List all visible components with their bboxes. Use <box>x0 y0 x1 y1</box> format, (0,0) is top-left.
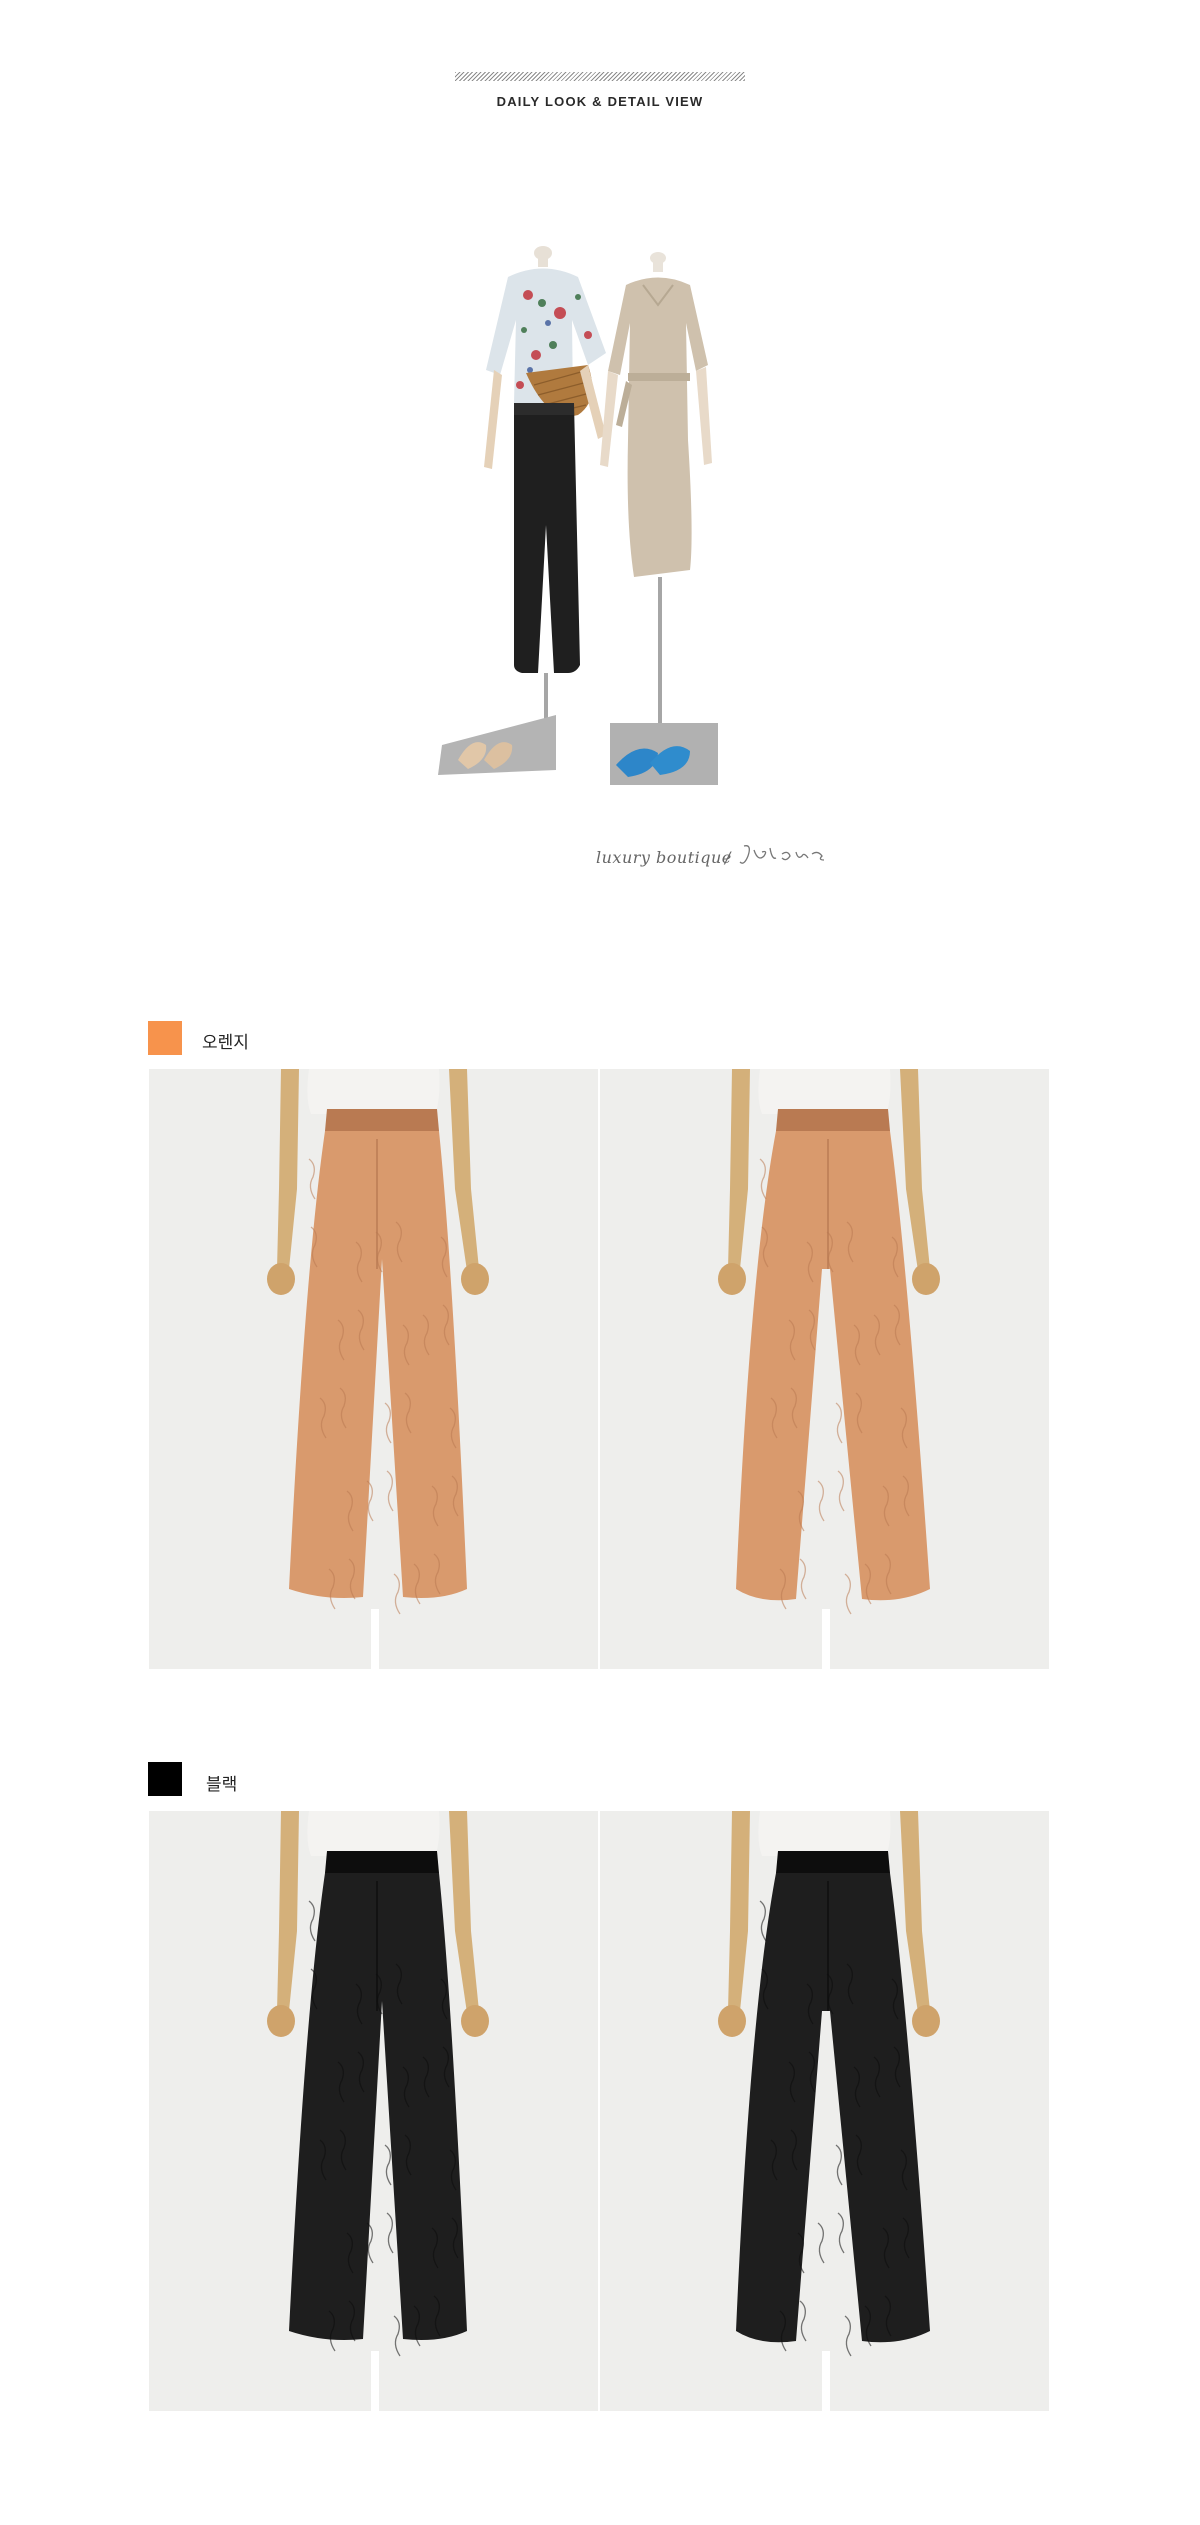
brand-slash: / <box>725 848 731 867</box>
mannequin-stand <box>371 1609 379 1669</box>
pants-crinkle <box>837 2212 845 2254</box>
pants-crinkle <box>386 1470 394 1512</box>
pants-crinkle <box>759 1158 767 1200</box>
pants-crinkle <box>799 2300 807 2342</box>
color-label-orange: 오렌지 <box>202 1033 249 1053</box>
pants-waistband <box>325 1851 439 1873</box>
black-pants-front-photo <box>149 1811 598 2411</box>
mannequin-hand-right <box>461 1263 489 1295</box>
pants-crinkle <box>844 1573 852 1615</box>
styling-photo <box>438 246 718 785</box>
mannequin-arm-right <box>900 1069 930 1271</box>
orange-pants-front-photo <box>149 1069 598 1669</box>
mannequin-arm-left <box>728 1811 750 2011</box>
pants-body <box>736 1131 930 1601</box>
mannequin-hand-left <box>267 1263 295 1295</box>
mannequin-hand-left <box>718 2005 746 2037</box>
brand-signature-logo <box>738 842 828 873</box>
pants-crinkle <box>799 1558 807 1600</box>
mannequin-hand-right <box>912 1263 940 1295</box>
color-label-black: 블랙 <box>206 1775 238 1795</box>
brand-tagline: luxury boutique <box>596 848 732 867</box>
pants-waistband <box>776 1109 890 1131</box>
pants-body <box>736 1873 930 2343</box>
header-hatch-divider <box>455 72 745 81</box>
black-swatch <box>148 1762 182 1796</box>
mannequin-arm-right <box>449 1811 479 2013</box>
mannequin-torso <box>307 1811 440 1856</box>
mannequin-arm-right <box>449 1069 479 1271</box>
pants-crinkle <box>393 2315 401 2357</box>
mannequin-hand-left <box>267 2005 295 2037</box>
pants-crinkle <box>837 1470 845 1512</box>
black-pants-back-photo <box>600 1811 1049 2411</box>
pants-crinkle <box>384 2144 392 2186</box>
mannequin-stand <box>822 2351 830 2411</box>
pants-crinkle <box>393 1573 401 1615</box>
mannequin-arm-right <box>900 1811 930 2013</box>
pants-crinkle <box>817 1480 825 1522</box>
pants-crinkle <box>817 2222 825 2264</box>
pants-waistband <box>325 1109 439 1131</box>
mannequin-arm-left <box>277 1069 299 1269</box>
mannequin-arm-left <box>277 1811 299 2011</box>
mannequin-hand-right <box>461 2005 489 2037</box>
pants-crinkle <box>835 1402 843 1444</box>
pants <box>736 1109 930 1615</box>
pants-crinkle <box>386 2212 394 2254</box>
mannequin-stand <box>822 1609 830 1669</box>
mannequin-torso <box>758 1811 891 1856</box>
orange-pants-back-photo <box>600 1069 1049 1669</box>
section-title: DAILY LOOK & DETAIL VIEW <box>496 94 704 109</box>
mannequin-torso <box>758 1069 891 1114</box>
mannequin-stand <box>371 2351 379 2411</box>
mannequin-hand-left <box>718 1263 746 1295</box>
mannequin-arm-left <box>728 1069 750 1269</box>
pants-crinkle <box>308 1900 316 1942</box>
pants-crinkle <box>844 2315 852 2357</box>
pants-crinkle <box>835 2144 843 2186</box>
mannequin-right <box>600 252 718 785</box>
mannequin-torso <box>307 1069 440 1114</box>
pants-crinkle <box>759 1900 767 1942</box>
pants-waistband <box>776 1851 890 1873</box>
mannequin-hand-right <box>912 2005 940 2037</box>
pants-crinkle <box>384 1402 392 1444</box>
pants-crinkle <box>308 1158 316 1200</box>
orange-swatch <box>148 1021 182 1055</box>
pants <box>289 1851 467 2357</box>
mannequin-left <box>438 246 606 775</box>
pants <box>736 1851 930 2357</box>
pants <box>289 1109 467 1615</box>
